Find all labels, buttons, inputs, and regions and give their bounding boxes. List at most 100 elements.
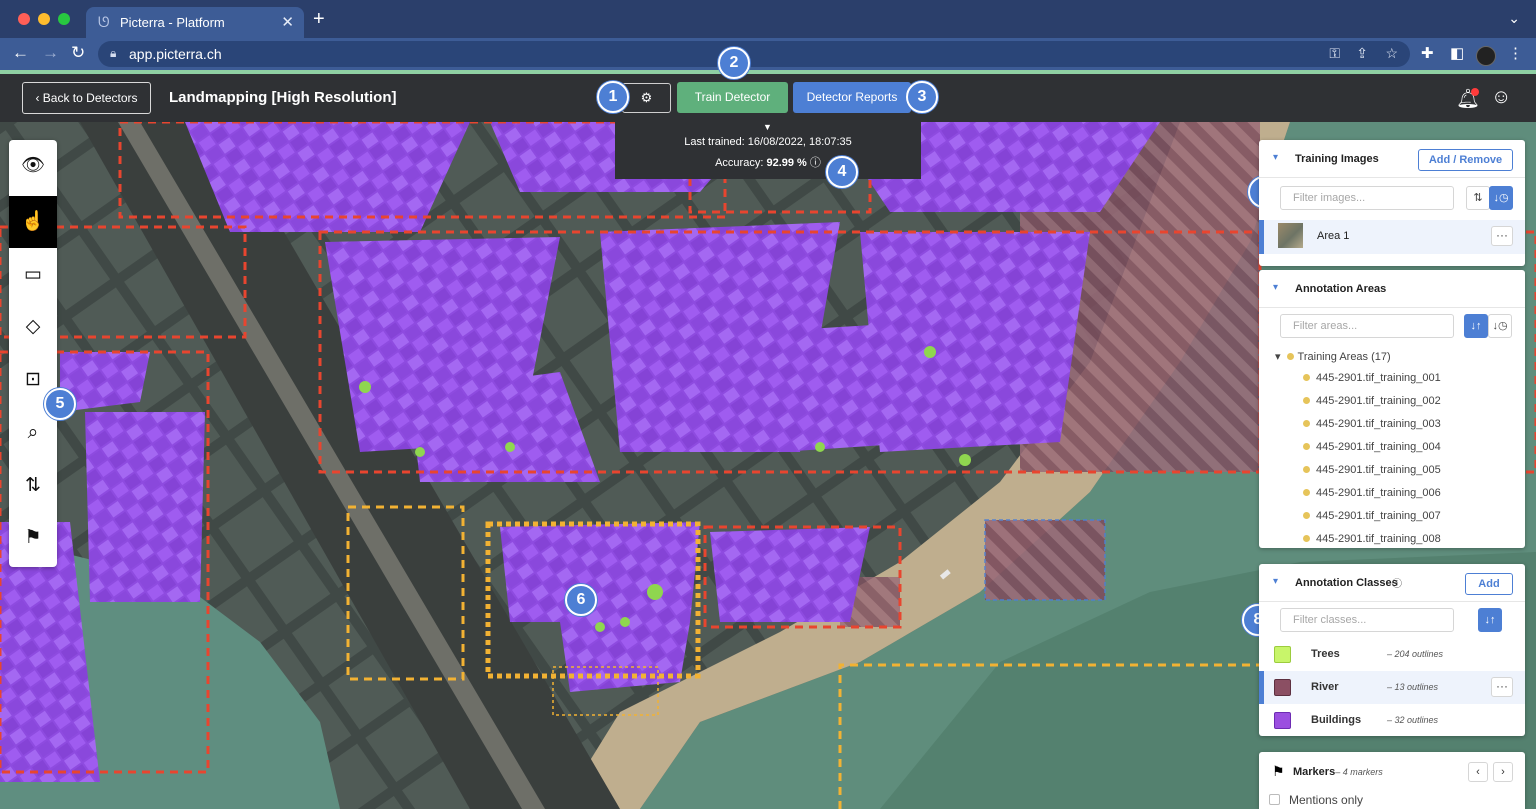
area-dot [1303,535,1310,542]
url-text[interactable]: app.picterra.ch [129,46,222,62]
chevron-down-icon[interactable]: ▾ [1273,152,1278,163]
notification-dot [1471,88,1479,96]
group-label: Training Areas [1297,351,1369,363]
area-dot [1303,397,1310,404]
forward-arrow-icon[interactable]: → [42,43,59,63]
callout-badge-6: 6 [565,584,597,616]
image-more-button[interactable]: ··· [1491,226,1513,246]
training-area-dot [1286,353,1294,360]
list-item[interactable]: 445-2901.tif_training_001 [1303,372,1513,395]
marker-flag-tool-icon[interactable]: ⚑ [9,512,57,564]
detector-reports-button[interactable]: Detector Reports [793,82,911,113]
class-row-trees[interactable]: Trees – 204 outlines [1259,638,1525,671]
callout-badge-4: 4 [826,156,858,188]
area-dot [1303,374,1310,381]
info-icon[interactable]: ⓘ [1392,575,1402,590]
sort-date-button[interactable]: ↓◷ [1489,186,1513,210]
visibility-eye-icon[interactable]: 👁︎ [9,140,57,192]
accuracy-row: Accuracy: 92.99 % ⓘ [615,154,921,170]
class-color-swatch[interactable] [1274,679,1291,696]
window-close-button[interactable] [18,13,30,25]
polygon-tool-icon[interactable]: ◇ [9,301,57,353]
app-header: ‹ Back to Detectors Landmapping [High Re… [0,74,1536,122]
tab-search-chevron-icon[interactable]: ⌄ [1508,10,1520,27]
filter-areas-input[interactable] [1280,314,1454,338]
window-minimize-button[interactable] [38,13,50,25]
class-outline-count: – 32 outlines [1387,715,1439,725]
reload-icon[interactable]: ↻ [71,43,85,63]
info-icon[interactable]: ⓘ [810,157,821,169]
class-color-swatch[interactable] [1274,646,1291,663]
next-marker-button[interactable]: › [1493,762,1513,782]
side-panel-icon[interactable]: ◧ [1450,44,1464,62]
annotation-areas-header[interactable]: ▾ Annotation Areas [1259,270,1525,308]
back-arrow-icon[interactable]: ← [12,43,29,63]
annotation-classes-header[interactable]: ▾ Annotation Classes ⓘ Add [1259,564,1525,602]
class-row-buildings[interactable]: Buildings – 32 outlines [1259,704,1525,736]
annotation-classes-title: Annotation Classes [1295,577,1398,589]
sort-date-button[interactable]: ↓◷ [1488,314,1512,338]
area-name: 445-2901.tif_training_004 [1316,441,1441,453]
markers-title: Markers– 4 markers [1293,766,1383,778]
pan-hand-tool-icon[interactable]: ☝ [9,196,57,248]
class-more-button[interactable]: ··· [1491,677,1513,697]
annotation-areas-title: Annotation Areas [1295,283,1387,295]
previous-marker-button[interactable]: ‹ [1468,762,1488,782]
add-class-button[interactable]: Add [1465,573,1513,595]
callout-badge-5: 5 [44,388,76,420]
list-item[interactable]: 445-2901.tif_training_002 [1303,395,1513,418]
list-item[interactable]: 445-2901.tif_training_007 [1303,510,1513,533]
sort-alpha-button[interactable]: ↓↑ [1464,314,1488,338]
list-item[interactable]: 445-2901.tif_training_004 [1303,441,1513,464]
tab-title: Picterra - Platform [120,15,225,30]
chevron-down-icon[interactable]: ▾ [1273,282,1278,293]
browser-menu-kebab-icon[interactable]: ⋮ [1508,44,1523,62]
tab-close-icon[interactable]: ✕ [281,13,294,31]
rectangle-select-tool-icon[interactable]: ▭ [9,249,57,301]
new-tab-plus-icon[interactable]: + [313,8,325,31]
caret-down-icon[interactable]: ▾ [1275,351,1281,363]
sort-alpha-button[interactable]: ⇅ [1466,186,1490,210]
extensions-puzzle-icon[interactable]: ✚ [1421,44,1434,62]
class-row-river[interactable]: River – 13 outlines ··· [1259,671,1525,704]
key-icon[interactable]: ⚿ [1329,45,1340,62]
list-item[interactable]: 445-2901.tif_training_003 [1303,418,1513,441]
list-item[interactable]: 445-2901.tif_training_008 [1303,533,1513,548]
share-icon[interactable]: ⇪ [1356,45,1368,62]
detector-settings-button[interactable]: ⚙ [622,83,671,113]
caret-down-icon: ▼ [763,122,772,132]
training-images-header[interactable]: ▾ Training Images Add / Remove [1259,140,1525,178]
sort-classes-button[interactable]: ↓↑ [1478,608,1502,632]
address-bar[interactable]: 🔒︎ app.picterra.ch ⚿ ⇪ ☆ [98,41,1410,67]
back-to-detectors-button[interactable]: ‹ Back to Detectors [22,82,151,114]
flag-icon: ⚑ [1272,763,1285,779]
lock-icon[interactable]: 🔒︎ [110,46,116,61]
filter-images-input[interactable] [1280,186,1454,210]
markers-count: – 4 markers [1335,767,1383,777]
image-thumbnail [1278,223,1303,248]
bookmark-star-icon[interactable]: ☆ [1385,45,1398,62]
user-account-robot-icon[interactable]: ☺ [1491,86,1511,109]
filter-classes-input[interactable] [1280,608,1454,632]
class-outline-count: – 13 outlines [1387,682,1439,692]
training-images-panel: ▾ Training Images Add / Remove ⇅ ↓◷ Area… [1259,140,1525,266]
area-name: 445-2901.tif_training_001 [1316,372,1441,384]
sort-arrows-tool-icon[interactable]: ⇅ [9,460,57,512]
chevron-down-icon[interactable]: ▾ [1273,576,1278,587]
class-color-swatch[interactable] [1274,712,1291,729]
browser-tab[interactable]: ᘎ Picterra - Platform ✕ [86,7,304,38]
profile-avatar[interactable] [1476,46,1496,66]
area-name: 445-2901.tif_training_002 [1316,395,1441,407]
list-item[interactable]: 445-2901.tif_training_005 [1303,464,1513,487]
callout-badge-3: 3 [906,81,938,113]
training-areas-group[interactable]: ▾ Training Areas (17) [1275,350,1391,363]
add-remove-images-button[interactable]: Add / Remove [1418,149,1513,171]
image-list-item[interactable]: Area 1 ··· [1259,220,1525,254]
mentions-only-checkbox[interactable] [1269,794,1280,805]
last-trained-text: Last trained: 16/08/2022, 18:07:35 [684,136,852,148]
train-detector-button[interactable]: Train Detector [677,82,788,113]
window-maximize-button[interactable] [58,13,70,25]
list-item[interactable]: 445-2901.tif_training_006 [1303,487,1513,510]
training-info-popover: ▼ Last trained: 16/08/2022, 18:07:35 Acc… [615,122,921,179]
area-dot [1303,443,1310,450]
